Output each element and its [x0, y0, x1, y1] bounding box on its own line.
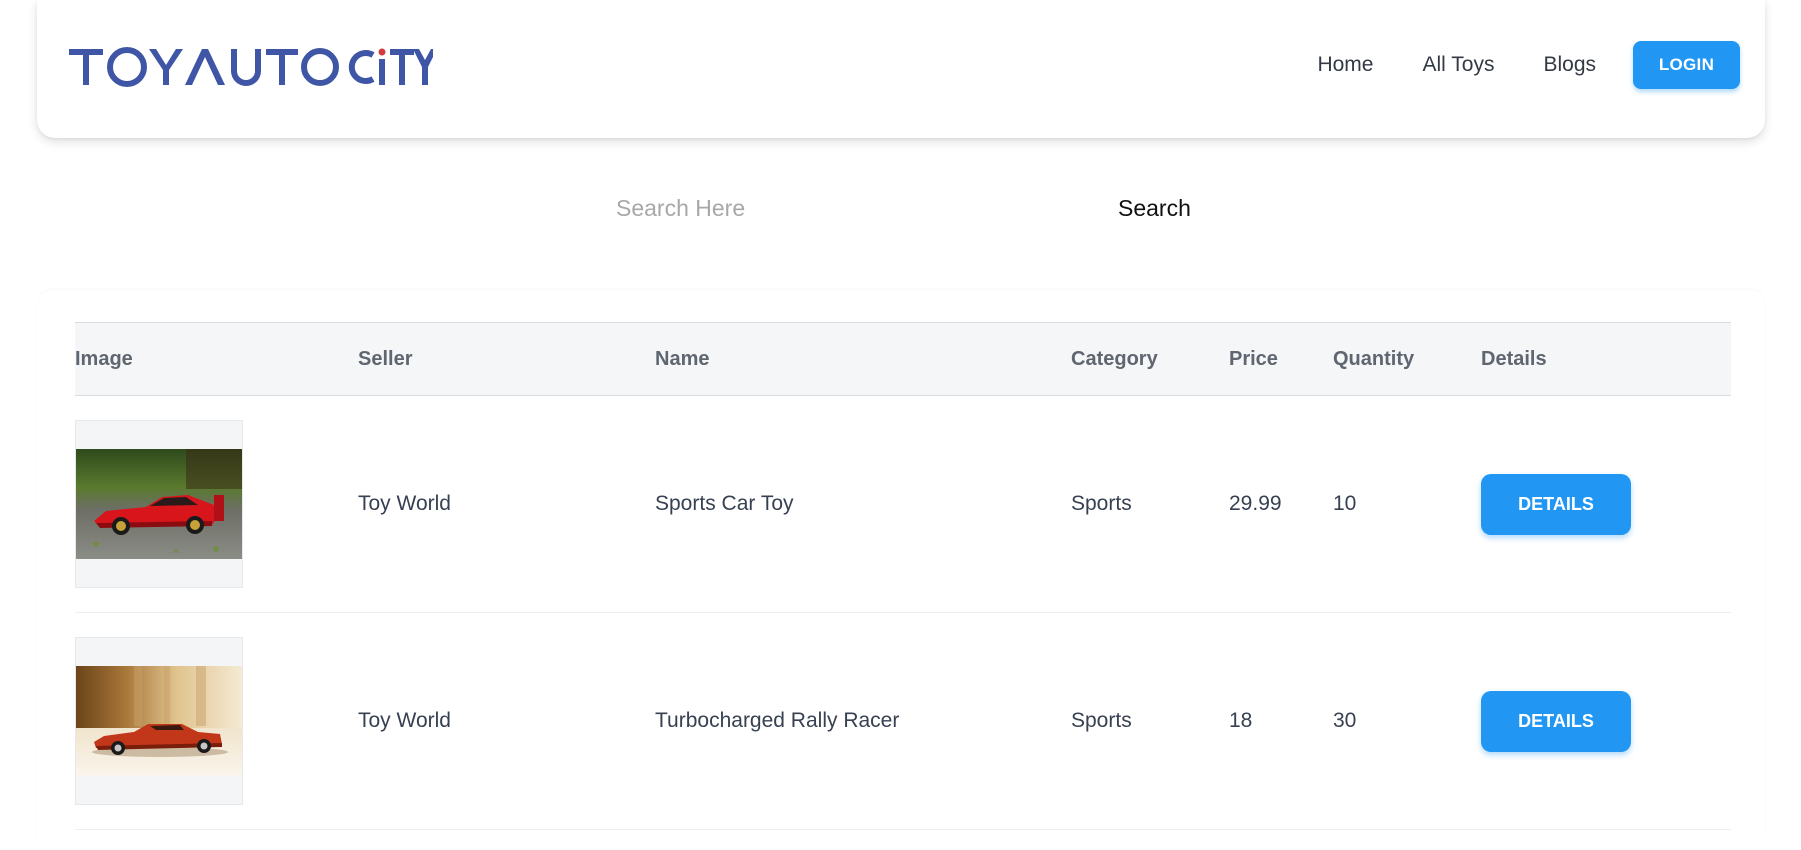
column-header-seller: Seller — [358, 347, 413, 370]
site-logo[interactable] — [69, 45, 433, 90]
column-header-quantity: Quantity — [1333, 347, 1415, 370]
nav-link-blogs[interactable]: Blogs — [1543, 53, 1596, 77]
cell-quantity: 30 — [1333, 709, 1357, 732]
product-thumbnail — [75, 637, 243, 805]
main-nav: Home All Toys Blogs LOGIN — [1317, 41, 1740, 89]
login-button[interactable]: LOGIN — [1633, 41, 1740, 89]
details-button[interactable]: DETAILS — [1481, 473, 1631, 535]
column-header-category: Category — [1071, 347, 1158, 370]
cell-name: Turbocharged Rally Racer — [655, 709, 900, 732]
cell-image — [75, 613, 358, 830]
table-row: Toy World Sports Car Toy Sports 29.99 10… — [75, 396, 1731, 613]
cell-price: 18 — [1229, 709, 1253, 732]
cell-name: Sports Car Toy — [655, 492, 794, 515]
table-row: Toy World Turbocharged Rally Racer Sport… — [75, 613, 1731, 830]
cell-details: DETAILS — [1481, 396, 1731, 613]
cell-seller: Toy World — [358, 709, 451, 732]
orange-rally-car-photo-icon — [76, 666, 242, 776]
search-button[interactable]: Search — [1112, 186, 1197, 230]
column-header-details: Details — [1481, 347, 1547, 370]
table-header-row: Image Seller Name Category Price Quantit… — [75, 322, 1731, 396]
cell-details: DETAILS — [1481, 613, 1731, 830]
search-input[interactable] — [608, 186, 1048, 230]
cell-quantity: 10 — [1333, 492, 1357, 515]
product-thumbnail — [75, 420, 243, 588]
cell-seller: Toy World — [358, 492, 451, 515]
nav-link-all-toys[interactable]: All Toys — [1422, 53, 1494, 77]
details-button[interactable]: DETAILS — [1481, 690, 1631, 752]
search-bar: Search — [0, 186, 1801, 230]
nav-link-home[interactable]: Home — [1317, 53, 1373, 77]
red-sports-car-photo-icon — [76, 449, 242, 559]
toyauto-city-logo-icon — [69, 47, 433, 87]
column-header-price: Price — [1229, 347, 1278, 370]
cell-price: 29.99 — [1229, 492, 1282, 515]
column-header-name: Name — [655, 347, 710, 370]
cell-image — [75, 396, 358, 613]
cell-category: Sports — [1071, 709, 1132, 732]
navbar: Home All Toys Blogs LOGIN — [37, 0, 1765, 138]
cell-category: Sports — [1071, 492, 1132, 515]
toys-table: Image Seller Name Category Price Quantit… — [75, 322, 1731, 830]
column-header-image: Image — [75, 347, 133, 370]
